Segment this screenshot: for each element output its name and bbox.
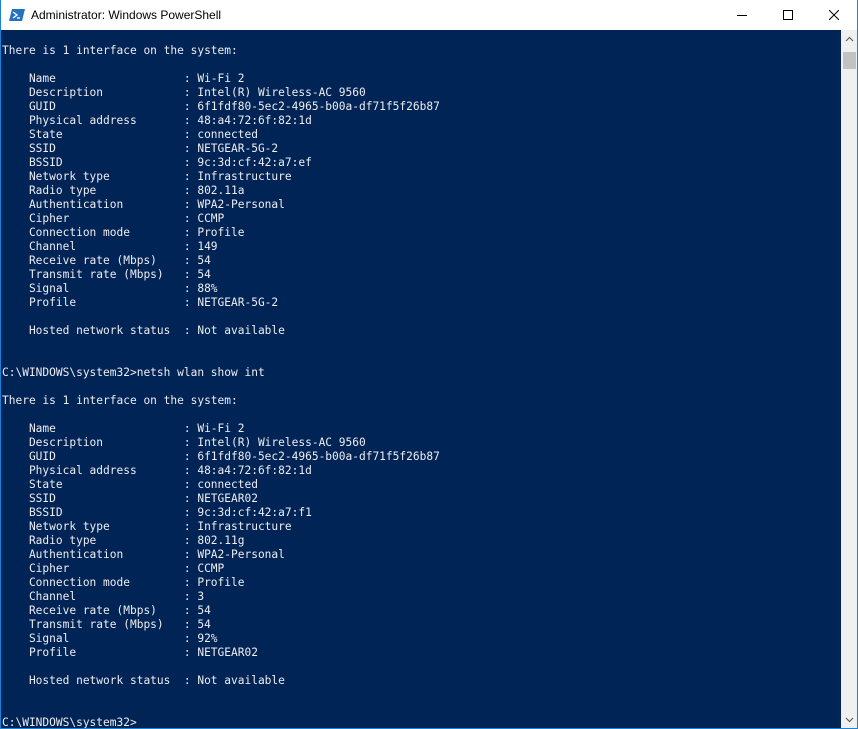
minimize-button[interactable] — [719, 0, 765, 30]
console-line: Transmit rate (Mbps) : 54 — [2, 618, 211, 631]
vertical-scrollbar[interactable] — [841, 30, 857, 728]
console-line: Cipher : CCMP — [2, 562, 225, 575]
console-line: Channel : 149 — [2, 240, 218, 253]
console-line: There is 1 interface on the system: — [2, 44, 238, 57]
console-line: Radio type : 802.11g — [2, 534, 245, 547]
window-title: Administrator: Windows PowerShell — [31, 8, 222, 22]
console-line: Radio type : 802.11a — [2, 184, 245, 197]
console-line: Cipher : CCMP — [2, 212, 225, 225]
scrollbar-thumb[interactable] — [843, 52, 856, 69]
console-line: GUID : 6f1fdf80-5ec2-4965-b00a-df71f5f26… — [2, 100, 440, 113]
console-line: SSID : NETGEAR02 — [2, 492, 258, 505]
console-line: Name : Wi-Fi 2 — [2, 422, 245, 435]
powershell-icon[interactable] — [9, 7, 25, 23]
scroll-up-button[interactable] — [841, 30, 857, 47]
console-line: Network type : Infrastructure — [2, 170, 292, 183]
console-line: C:\WINDOWS\system32>netsh wlan show int — [2, 366, 265, 379]
console-line: Receive rate (Mbps) : 54 — [2, 254, 211, 267]
scroll-up-arrow-icon — [845, 36, 854, 41]
console-line: Description : Intel(R) Wireless-AC 9560 — [2, 436, 366, 449]
console-line: BSSID : 9c:3d:cf:42:a7:ef — [2, 156, 312, 169]
console-line: BSSID : 9c:3d:cf:42:a7:f1 — [2, 506, 312, 519]
console-line: Hosted network status : Not available — [2, 674, 285, 687]
console-line: GUID : 6f1fdf80-5ec2-4965-b00a-df71f5f26… — [2, 450, 440, 463]
console-line: Authentication : WPA2-Personal — [2, 198, 285, 211]
console-line: Signal : 88% — [2, 282, 218, 295]
close-icon — [829, 10, 839, 20]
console-line: Connection mode : Profile — [2, 226, 245, 239]
console-line: Name : Wi-Fi 2 — [2, 72, 245, 85]
console-output[interactable]: There is 1 interface on the system: Name… — [1, 30, 841, 728]
scroll-down-button[interactable] — [841, 711, 857, 728]
console-line: Transmit rate (Mbps) : 54 — [2, 268, 211, 281]
console-line: Connection mode : Profile — [2, 576, 245, 589]
console-line: Authentication : WPA2-Personal — [2, 548, 285, 561]
console-line: State : connected — [2, 478, 258, 491]
console-line: Receive rate (Mbps) : 54 — [2, 604, 211, 617]
maximize-button[interactable] — [765, 0, 811, 30]
console-line: Network type : Infrastructure — [2, 520, 292, 533]
title-bar[interactable]: Administrator: Windows PowerShell — [1, 0, 857, 30]
console-line: There is 1 interface on the system: — [2, 394, 238, 407]
console-line: Physical address : 48:a4:72:6f:82:1d — [2, 464, 312, 477]
minimize-icon — [737, 15, 747, 16]
console-line: Description : Intel(R) Wireless-AC 9560 — [2, 86, 366, 99]
powershell-window: Administrator: Windows PowerShell There … — [0, 0, 858, 729]
console-line: SSID : NETGEAR-5G-2 — [2, 142, 279, 155]
console-line: Hosted network status : Not available — [2, 324, 285, 337]
maximize-icon — [783, 10, 793, 20]
console-line: State : connected — [2, 128, 258, 141]
console-line: Profile : NETGEAR-5G-2 — [2, 296, 279, 309]
console-line: Physical address : 48:a4:72:6f:82:1d — [2, 114, 312, 127]
close-button[interactable] — [811, 0, 857, 30]
scroll-down-arrow-icon — [845, 717, 854, 722]
console-line: Signal : 92% — [2, 632, 218, 645]
console-line: C:\WINDOWS\system32> — [2, 716, 137, 728]
console-line: Channel : 3 — [2, 590, 205, 603]
console-line: Profile : NETGEAR02 — [2, 646, 258, 659]
